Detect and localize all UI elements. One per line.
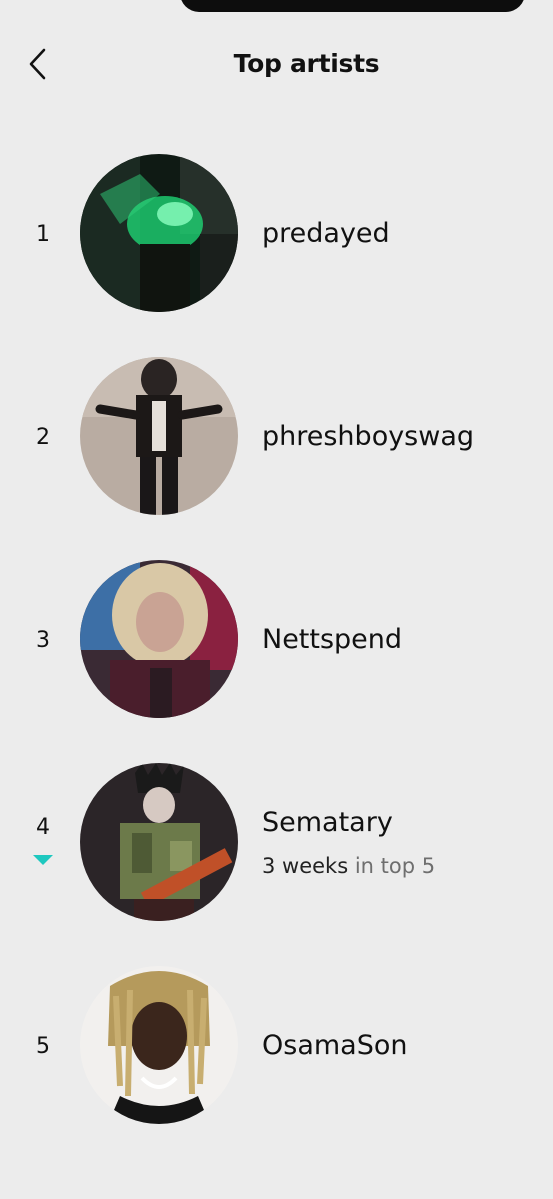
- streak-text: 3 weeks in top 5: [262, 852, 435, 880]
- artist-name: Sematary: [262, 807, 393, 838]
- artist-name: Nettspend: [262, 624, 403, 655]
- rank-number: 5: [36, 1034, 50, 1059]
- rank-number: 4: [36, 815, 50, 840]
- rank-number: 3: [36, 628, 50, 653]
- page-title: Top artists: [233, 49, 380, 78]
- artist-row-2[interactable]: 2 phreshboyswag: [0, 357, 553, 517]
- down-arrow-icon: [33, 855, 53, 865]
- rank-number: 2: [36, 425, 50, 450]
- artist-row-1[interactable]: 1 predayed: [0, 154, 553, 314]
- rank-number: 1: [36, 222, 50, 247]
- artist-name: OsamaSon: [262, 1030, 408, 1061]
- status-pill: [180, 0, 525, 12]
- artist-name: phreshboyswag: [262, 421, 475, 452]
- artist-avatar[interactable]: [80, 966, 238, 1124]
- artist-row-3[interactable]: 3 Nettspend: [0, 560, 553, 720]
- artist-avatar[interactable]: [80, 560, 238, 718]
- artist-row-4[interactable]: 4 Sematary 3 weeks in top 5: [0, 763, 553, 923]
- top-artists-screen: Top artists 1 predayed 2 phreshboyswag 3…: [0, 0, 553, 1199]
- artist-row-5[interactable]: 5 OsamaSon: [0, 966, 553, 1126]
- artist-avatar[interactable]: [80, 357, 238, 515]
- streak-suffix: in top 5: [354, 854, 436, 878]
- artist-avatar[interactable]: [80, 154, 238, 312]
- streak-value: 3 weeks: [262, 854, 349, 878]
- artist-avatar[interactable]: [80, 763, 238, 921]
- artist-name: predayed: [262, 218, 390, 249]
